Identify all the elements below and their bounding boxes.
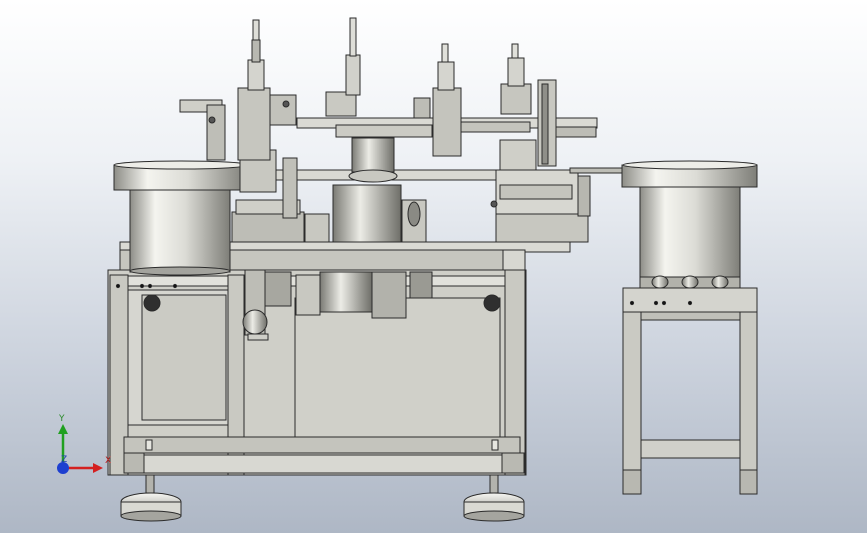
left-vibratory-bowl[interactable] — [113, 160, 249, 276]
x-axis-label: X — [105, 456, 112, 466]
left-pick-place-unit[interactable] — [179, 19, 297, 161]
right-vibratory-bowl[interactable] — [621, 160, 758, 289]
machine-model[interactable] — [0, 0, 867, 533]
linear-slide-module[interactable] — [490, 167, 631, 243]
cad-viewport[interactable]: Y X Z — [0, 0, 867, 533]
coordinate-triad: Y X Z — [48, 412, 118, 482]
z-axis-label: Z — [61, 455, 68, 465]
y-axis-label: Y — [59, 414, 65, 424]
right-feeder-stand — [622, 287, 758, 495]
leveling-feet — [120, 474, 525, 522]
right-pick-place-unit[interactable] — [499, 43, 557, 171]
